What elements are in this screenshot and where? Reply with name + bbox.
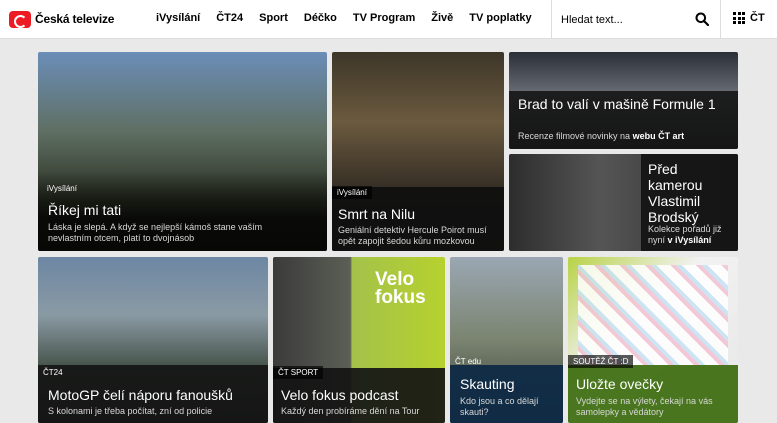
- card-velo-fokus[interactable]: Velo fokus ČT SPORT Velo fokus podcast K…: [273, 257, 445, 423]
- sticker-sheet-image: [578, 265, 728, 365]
- card-description-link[interactable]: v iVysílání: [668, 235, 712, 245]
- logo-text: Česká televize: [35, 12, 115, 26]
- nav-ivysilani[interactable]: iVysílání: [156, 12, 200, 24]
- main-nav: iVysílání ČT24 Sport Déčko TV Program Ži…: [156, 12, 548, 24]
- search-input[interactable]: [561, 11, 681, 29]
- card-description: Recenze filmové novinky na webu ČT art: [518, 131, 733, 142]
- ct-logo-icon: [9, 10, 31, 28]
- card-ulozte-ovecky[interactable]: SOUTĚŽ ČT :D Uložte ovečky Vydejte se na…: [568, 257, 738, 423]
- card-brad-formule[interactable]: Brad to valí v mašině Formule 1 Recenze …: [509, 52, 738, 149]
- site-header: Česká televize iVysílání ČT24 Sport Déčk…: [0, 0, 777, 39]
- card-tag: SOUTĚŽ ČT :D: [568, 355, 634, 368]
- card-motogp[interactable]: ČT24 MotoGP čelí náporu fanoušků S kolon…: [38, 257, 268, 423]
- search-icon[interactable]: [695, 12, 709, 26]
- grid-menu-icon: [733, 12, 745, 24]
- card-title: Brad to valí v mašině Formule 1: [518, 96, 716, 112]
- card-description: Kolekce pořadů již nyní v iVysílání: [648, 224, 736, 246]
- card-description: Každý den probíráme dění na Tour: [281, 406, 420, 416]
- card-description: Geniální detektiv Hercule Poirot musí op…: [338, 225, 487, 246]
- card-title: Smrt na Nilu: [338, 206, 416, 222]
- card-title: Uložte ovečky: [576, 376, 664, 392]
- card-title: Před kamerou Vlastimil Brodský: [648, 161, 703, 225]
- card-description: Láska je slepá. A když se nejlepší kámoš…: [48, 222, 263, 243]
- card-vlastimil-brodsky[interactable]: Před kamerou Vlastimil Brodský Kolekce p…: [509, 154, 738, 251]
- card-title: Velo fokus podcast: [281, 387, 399, 403]
- logo-link[interactable]: Česká televize: [9, 10, 114, 28]
- card-description-link[interactable]: webu ČT art: [633, 131, 685, 141]
- velo-fokus-image-text: Velo fokus: [375, 269, 426, 308]
- ct-menu-button[interactable]: ČT: [733, 12, 765, 24]
- card-skauting[interactable]: ČT edu Skauting Kdo jsou a co dělají ska…: [450, 257, 563, 423]
- nav-sport[interactable]: Sport: [259, 12, 288, 24]
- nav-tv-poplatky[interactable]: TV poplatky: [469, 12, 531, 24]
- nav-ct24[interactable]: ČT24: [216, 12, 243, 24]
- search-box: [551, 0, 721, 39]
- card-description: Vydejte se na výlety, čekají na vás samo…: [576, 396, 713, 417]
- card-tag: ČT24: [43, 368, 63, 377]
- card-title: MotoGP čelí náporu fanoušků: [48, 387, 233, 403]
- card-description: Kdo jsou a co dělají skauti?: [460, 396, 539, 417]
- card-description-text: Recenze filmové novinky na: [518, 131, 633, 141]
- card-tag: iVysílání: [332, 186, 372, 199]
- card-description: S kolonami je třeba počítat, zní od poli…: [48, 406, 213, 416]
- nav-decko[interactable]: Déčko: [304, 12, 337, 24]
- card-title: Říkej mi tati: [48, 202, 122, 218]
- card-smrt-na-nilu[interactable]: iVysílání Smrt na Nilu Geniální detektiv…: [332, 52, 504, 251]
- card-tag: iVysílání: [47, 184, 77, 193]
- nav-tv-program[interactable]: TV Program: [353, 12, 415, 24]
- card-title: Skauting: [460, 376, 515, 392]
- nav-zive[interactable]: Živě: [431, 12, 453, 24]
- ct-menu-label: ČT: [750, 12, 765, 24]
- card-tag: ČT SPORT: [273, 366, 324, 379]
- card-tag: ČT edu: [455, 357, 482, 366]
- card-rikej-mi-tati[interactable]: iVysílání Říkej mi tati Láska je slepá. …: [38, 52, 327, 251]
